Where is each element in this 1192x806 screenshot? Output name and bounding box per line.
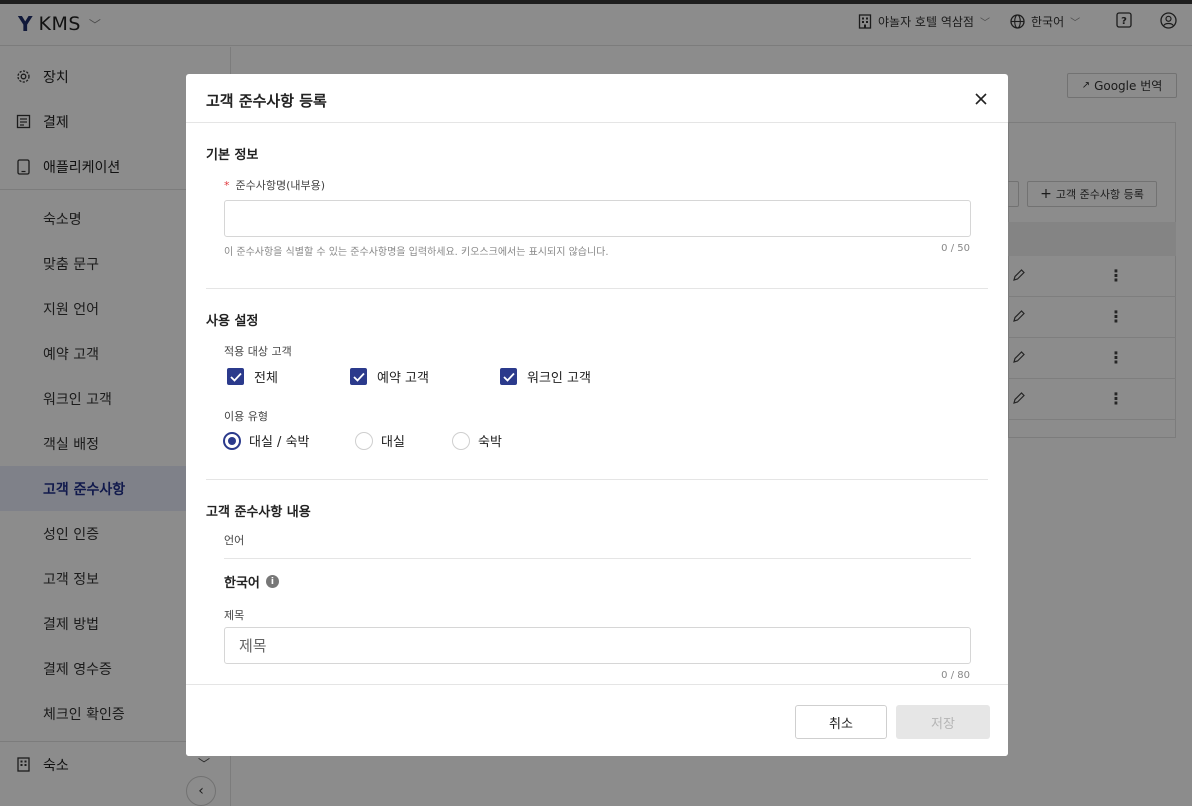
checkbox-checked-icon [350, 368, 367, 385]
target-customers-label: 적용 대상 고객 [224, 345, 292, 358]
language-tab-divider [224, 558, 971, 559]
policy-name-label-text: 준수사항명(내부용) [235, 179, 326, 192]
required-marker: * [224, 179, 230, 192]
radio-unselected-icon [355, 431, 373, 450]
section-divider [206, 479, 988, 480]
usage-settings-section-title: 사용 설정 [206, 314, 259, 329]
section-divider [206, 288, 988, 289]
title-counter: 0 / 80 [941, 670, 970, 681]
modal-footer: 취소 저장 [186, 684, 1008, 756]
checkbox-label: 워크인 고객 [527, 371, 591, 386]
info-icon[interactable]: i [265, 575, 279, 588]
policy-content-section-title: 고객 준수사항 내용 [206, 505, 311, 520]
checkbox-checked-icon [227, 368, 244, 385]
usage-type-both-radio[interactable]: 대실 / 숙박 [223, 431, 310, 450]
policy-name-input[interactable] [224, 200, 971, 237]
radio-unselected-icon [452, 431, 470, 450]
language-tab-label[interactable]: 언어 [224, 532, 244, 548]
title-label: 제목 [224, 609, 245, 622]
policy-name-help: 이 준수사항을 식별할 수 있는 준수사항명을 입력하세요. 키오스크에서는 표… [224, 247, 609, 258]
usage-type-dayuse-radio[interactable]: 대실 [355, 431, 405, 450]
radio-label: 대실 / 숙박 [249, 435, 310, 450]
register-policy-modal: 고객 준수사항 등록 기본 정보 * 준수사항명(내부용) 이 준수사항을 식별할… [186, 74, 1008, 756]
radio-label: 숙박 [478, 435, 502, 450]
radio-label: 대실 [381, 435, 405, 450]
basic-info-section-title: 기본 정보 [206, 148, 259, 163]
policy-name-counter: 0 / 50 [941, 243, 970, 254]
checkbox-label: 예약 고객 [377, 371, 429, 386]
cancel-button[interactable]: 취소 [795, 705, 887, 739]
language-heading: 한국어 i [224, 572, 279, 591]
radio-selected-icon [223, 431, 241, 450]
modal-header-divider [186, 122, 1008, 123]
target-all-checkbox[interactable]: 전체 [227, 367, 278, 386]
target-walkin-checkbox[interactable]: 워크인 고객 [500, 367, 591, 386]
policy-name-label: * 준수사항명(내부용) [224, 177, 325, 193]
title-input[interactable]: 제목 [224, 627, 971, 664]
checkbox-checked-icon [500, 368, 517, 385]
save-button[interactable]: 저장 [896, 705, 990, 739]
target-reservation-checkbox[interactable]: 예약 고객 [350, 367, 429, 386]
modal-title: 고객 준수사항 등록 [206, 92, 327, 110]
close-icon[interactable] [970, 88, 992, 110]
usage-type-stay-radio[interactable]: 숙박 [452, 431, 502, 450]
usage-type-label: 이용 유형 [224, 410, 268, 423]
language-name: 한국어 [224, 576, 260, 591]
checkbox-label: 전체 [254, 371, 278, 386]
